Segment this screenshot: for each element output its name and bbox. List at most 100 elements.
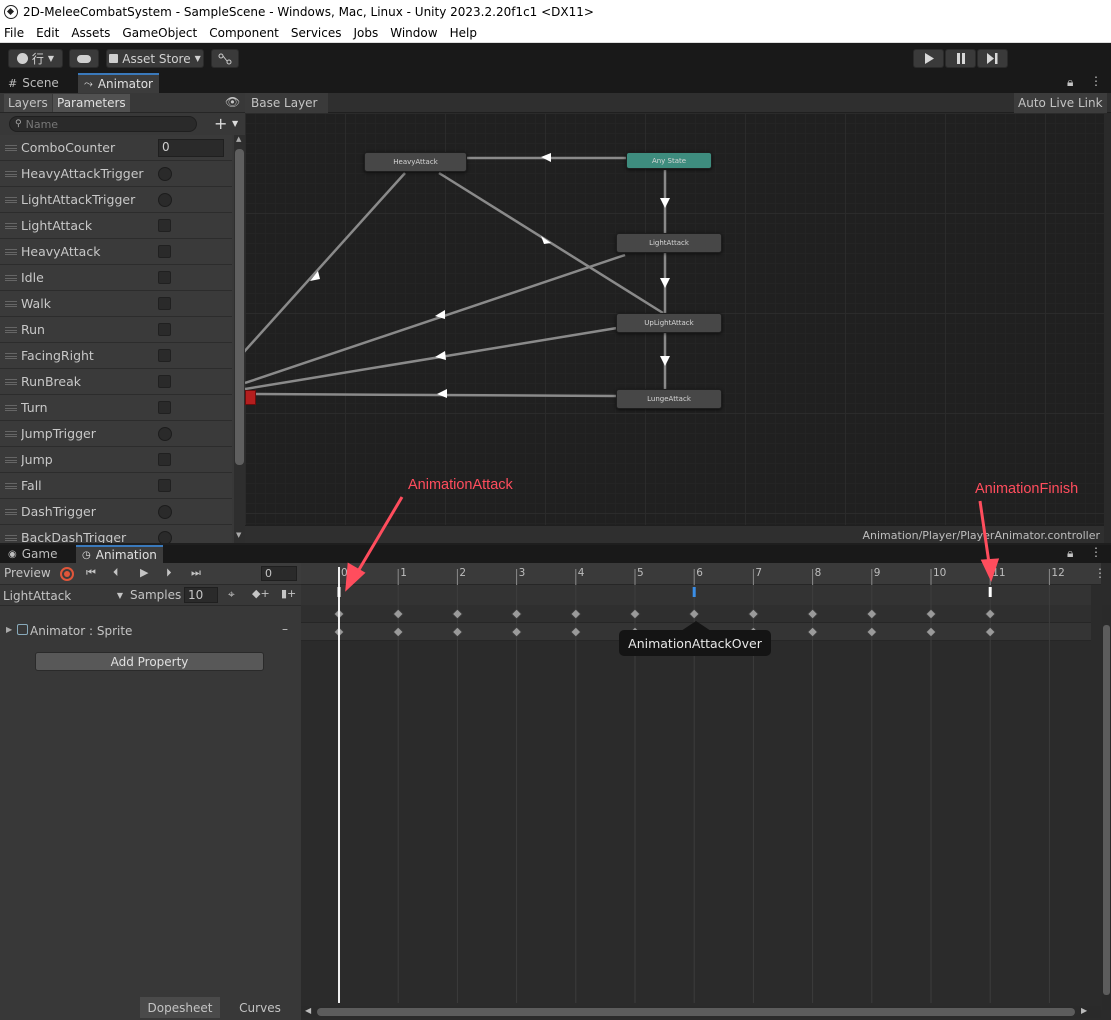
- parameter-row[interactable]: HeavyAttack: [0, 239, 232, 265]
- version-control-button[interactable]: [211, 49, 239, 68]
- menu-component[interactable]: Component: [209, 26, 279, 40]
- bool-checkbox[interactable]: [158, 219, 171, 232]
- vscroll-thumb[interactable]: [1103, 625, 1110, 995]
- record-button[interactable]: [60, 567, 74, 581]
- menu-help[interactable]: Help: [450, 26, 477, 40]
- trigger-radio[interactable]: [158, 193, 172, 207]
- parameter-row[interactable]: Turn: [0, 395, 232, 421]
- timeline-hscroll[interactable]: ◀ ▶: [301, 1006, 1101, 1018]
- more-menu-icon[interactable]: ⋮: [1090, 74, 1102, 88]
- menu-window[interactable]: Window: [390, 26, 437, 40]
- drag-handle-icon[interactable]: [5, 274, 17, 281]
- last-key-button[interactable]: ⏭: [191, 566, 201, 580]
- samples-field[interactable]: 10: [184, 587, 218, 603]
- bool-checkbox[interactable]: [158, 245, 171, 258]
- drag-handle-icon[interactable]: [5, 300, 17, 307]
- scrollbar-thumb[interactable]: [235, 149, 244, 465]
- trigger-radio[interactable]: [158, 427, 172, 441]
- add-property-button[interactable]: Add Property: [35, 652, 264, 671]
- state-light-attack[interactable]: LightAttack: [616, 233, 722, 253]
- dropdown-arrow-icon[interactable]: ▼: [232, 119, 238, 128]
- timeline-vscroll[interactable]: [1102, 605, 1111, 1010]
- property-row[interactable]: ▶ Animator : Sprite –: [0, 622, 301, 642]
- drag-handle-icon[interactable]: [5, 456, 17, 463]
- menu-file[interactable]: File: [4, 26, 24, 40]
- drag-handle-icon[interactable]: [5, 534, 17, 541]
- drag-handle-icon[interactable]: [5, 248, 17, 255]
- scroll-up-icon[interactable]: ▲: [236, 135, 241, 143]
- parameter-row[interactable]: RunBreak: [0, 369, 232, 395]
- parameter-name[interactable]: HeavyAttackTrigger: [21, 166, 232, 181]
- bool-checkbox[interactable]: [158, 271, 171, 284]
- state-any-state[interactable]: Any State: [626, 152, 712, 169]
- hscroll-thumb[interactable]: [317, 1008, 1075, 1016]
- layers-tab[interactable]: Layers: [4, 94, 52, 112]
- menu-services[interactable]: Services: [291, 26, 342, 40]
- parameter-name[interactable]: Fall: [21, 478, 232, 493]
- bool-checkbox[interactable]: [158, 479, 171, 492]
- dopesheet-timeline[interactable]: 0 1 2 3 4 5 6 7 8 9 10 11 12 ⋮ AnimationAttackOver ◀…: [301, 563, 1111, 1020]
- scroll-down-icon[interactable]: ▼: [236, 531, 241, 539]
- menu-gameobject[interactable]: GameObject: [122, 26, 197, 40]
- parameter-scrollbar[interactable]: ▲ ▼: [234, 135, 245, 543]
- keyframe-target-icon[interactable]: ⌖: [228, 587, 235, 602]
- preview-toggle[interactable]: Preview: [4, 566, 51, 580]
- menu-edit[interactable]: Edit: [36, 26, 59, 40]
- parameter-name[interactable]: BackDashTrigger: [21, 530, 232, 543]
- dopesheet-tab[interactable]: Dopesheet: [140, 997, 220, 1018]
- bool-checkbox[interactable]: [158, 401, 171, 414]
- parameter-row[interactable]: LightAttack: [0, 213, 232, 239]
- bool-checkbox[interactable]: [158, 297, 171, 310]
- parameter-row[interactable]: HeavyAttackTrigger: [0, 161, 232, 187]
- parameter-row[interactable]: LightAttackTrigger: [0, 187, 232, 213]
- parameter-name[interactable]: Jump: [21, 452, 232, 467]
- cloud-button[interactable]: [69, 49, 99, 68]
- curves-tab[interactable]: Curves: [220, 997, 300, 1018]
- lock-icon[interactable]: 🔒︎: [1067, 546, 1073, 561]
- parameter-name[interactable]: FacingRight: [21, 348, 232, 363]
- parameter-row[interactable]: FacingRight: [0, 343, 232, 369]
- prev-key-button[interactable]: ⏴: [113, 566, 119, 580]
- auto-live-link-button[interactable]: Auto Live Link: [1014, 93, 1107, 113]
- parameter-name[interactable]: Walk: [21, 296, 232, 311]
- parameter-name[interactable]: Run: [21, 322, 232, 337]
- drag-handle-icon[interactable]: [5, 378, 17, 385]
- parameter-row[interactable]: Walk: [0, 291, 232, 317]
- drag-handle-icon[interactable]: [5, 352, 17, 359]
- menu-assets[interactable]: Assets: [71, 26, 110, 40]
- state-lunge-attack[interactable]: LungeAttack: [616, 389, 722, 409]
- drag-handle-icon[interactable]: [5, 482, 17, 489]
- trigger-radio[interactable]: [158, 531, 172, 543]
- parameter-row[interactable]: Idle: [0, 265, 232, 291]
- parameter-row[interactable]: Jump: [0, 447, 232, 473]
- parameter-name[interactable]: HeavyAttack: [21, 244, 232, 259]
- play-button[interactable]: [913, 49, 944, 68]
- frame-field[interactable]: 0: [261, 566, 297, 581]
- parameter-row[interactable]: BackDashTrigger: [0, 525, 232, 543]
- state-heavy-attack[interactable]: HeavyAttack: [364, 152, 467, 172]
- state-uplight-attack[interactable]: UpLightAttack: [616, 313, 722, 333]
- parameter-name[interactable]: LightAttack: [21, 218, 232, 233]
- clip-dropdown[interactable]: LightAttack ▼: [0, 587, 126, 604]
- breadcrumb[interactable]: Base Layer: [245, 93, 328, 113]
- trigger-radio[interactable]: [158, 505, 172, 519]
- tab-animation[interactable]: ◷ Animation: [76, 545, 163, 563]
- bool-checkbox[interactable]: [158, 323, 171, 336]
- drag-handle-icon[interactable]: [5, 508, 17, 515]
- expand-arrow-icon[interactable]: ▶: [6, 625, 12, 634]
- scroll-right-icon[interactable]: ▶: [1081, 1006, 1087, 1015]
- graph-scrollbar[interactable]: [1104, 113, 1111, 543]
- account-button[interactable]: 行 ▼: [8, 49, 63, 68]
- add-keyframe-button[interactable]: ◆+: [252, 587, 270, 600]
- parameter-row[interactable]: JumpTrigger: [0, 421, 232, 447]
- parameter-search-input[interactable]: ⚲ Name: [9, 116, 197, 132]
- drag-handle-icon[interactable]: [5, 222, 17, 229]
- eye-icon[interactable]: 👁︎: [225, 95, 240, 109]
- parameter-name[interactable]: Turn: [21, 400, 232, 415]
- first-key-button[interactable]: ⏮: [86, 566, 96, 580]
- parameter-row[interactable]: Fall: [0, 473, 232, 499]
- parameter-name[interactable]: DashTrigger: [21, 504, 232, 519]
- parameter-row[interactable]: DashTrigger: [0, 499, 232, 525]
- next-key-button[interactable]: ⏵: [166, 566, 172, 580]
- tab-scene[interactable]: # Scene: [2, 73, 65, 93]
